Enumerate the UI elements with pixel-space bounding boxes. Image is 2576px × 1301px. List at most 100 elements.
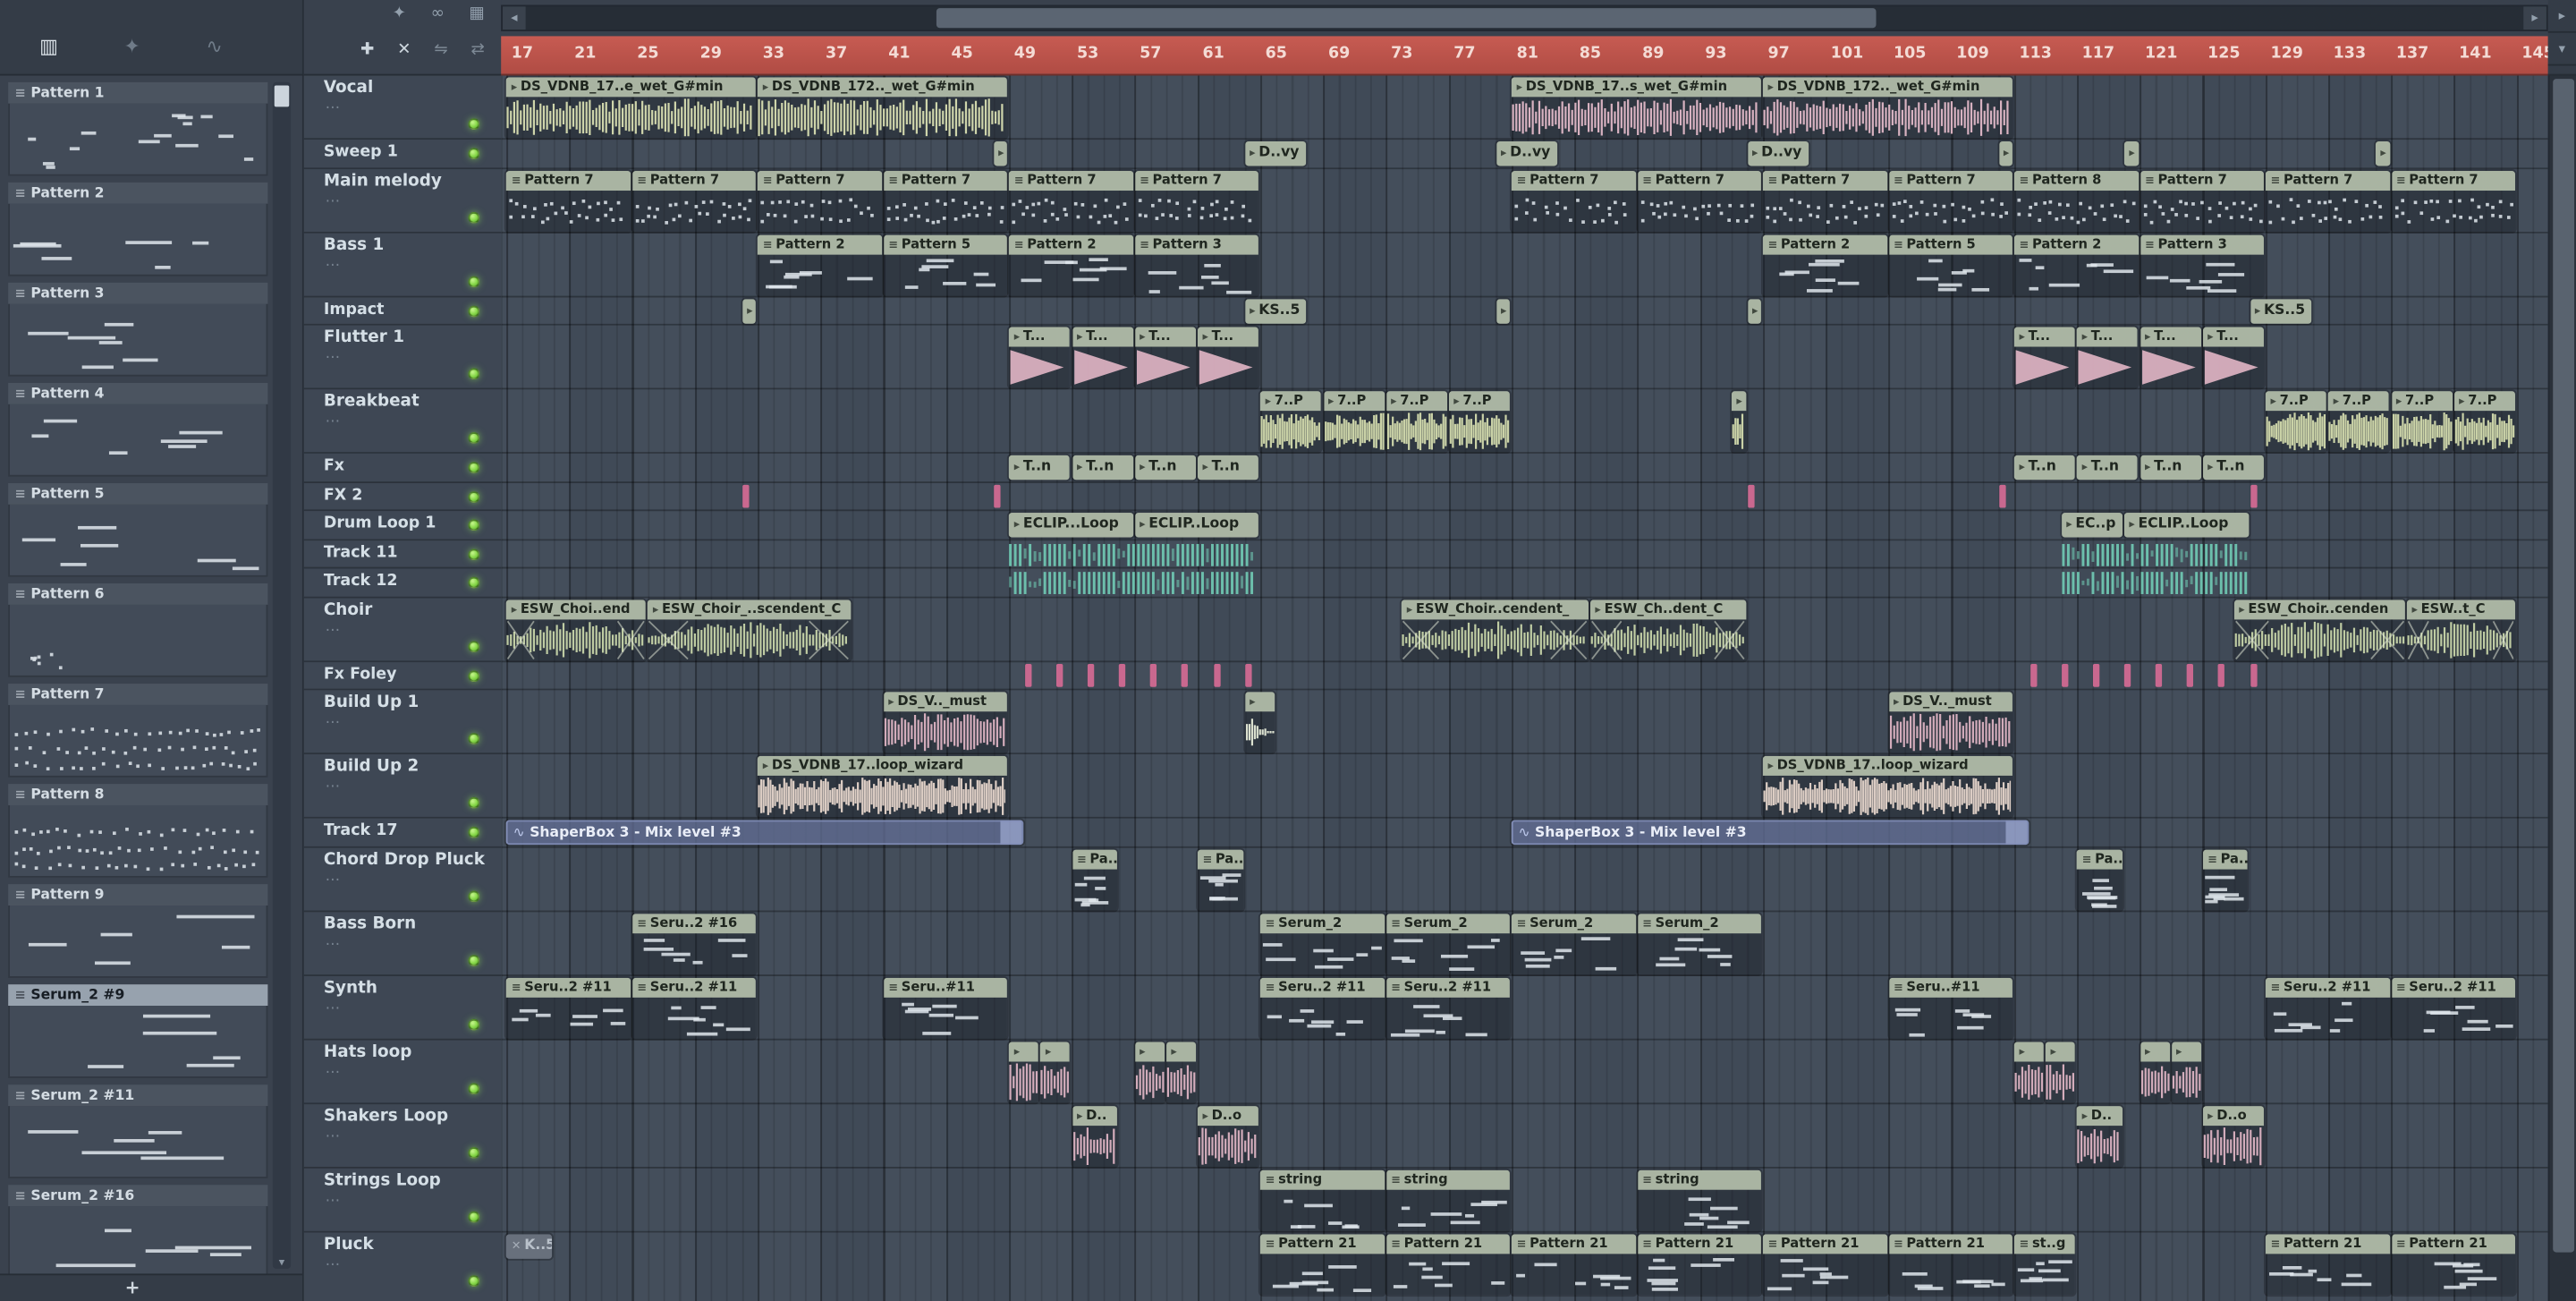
vertical-scrollbar[interactable] (2547, 75, 2576, 1301)
track-header[interactable]: Bass Born ⋯ (303, 911, 502, 976)
track-header[interactable]: Choir ⋯ (303, 597, 502, 662)
clip[interactable] (2061, 663, 2069, 687)
clip[interactable]: ▸ T..n (1072, 455, 1133, 480)
clip[interactable]: ≡ Pattern 5 (1888, 234, 2013, 295)
clip[interactable]: ▸ ECLIP...Loop (1009, 513, 1133, 538)
slip-icon[interactable]: ⇋ (434, 41, 447, 59)
clip[interactable]: ▸ (993, 140, 1008, 166)
clip[interactable]: ≡ Serum_2 (1260, 913, 1385, 974)
clip[interactable] (2218, 663, 2225, 687)
clip[interactable]: ≡ Pattern 2 (758, 234, 882, 295)
clip[interactable]: ≡ Pattern 2 (1009, 234, 1133, 295)
track-mute-led[interactable] (468, 462, 480, 473)
clip[interactable] (2250, 663, 2257, 687)
picker-tools-icon[interactable]: ✦ (123, 35, 140, 58)
clip[interactable]: ≡ Pattern 7 (1134, 170, 1259, 232)
track-header[interactable]: Bass 1 ⋯ (303, 232, 502, 297)
track-header[interactable]: Track 12 (303, 568, 502, 598)
zoom-icon[interactable]: ⇄ (470, 41, 484, 59)
playlist-grid[interactable]: ▸ DS_VDNB_17..e_wet_G#min ▸ DS_VDNB_172.._w… (501, 75, 2548, 1301)
scroll-right-icon[interactable]: ▸ (2523, 6, 2546, 30)
track-mute-led[interactable] (468, 1146, 480, 1158)
track-header[interactable]: Breakbeat ⋯ (303, 389, 502, 454)
clip[interactable] (1024, 663, 1032, 687)
clip[interactable]: ▸ T..n (1009, 455, 1071, 480)
clip[interactable] (1009, 541, 1258, 567)
pattern-item[interactable]: ≡ Serum_2 #11 (8, 1084, 268, 1181)
clip[interactable]: ≡ Pattern 3 (2140, 234, 2265, 295)
track-mute-led[interactable] (468, 275, 480, 287)
track-mute-led[interactable] (468, 1210, 480, 1222)
track-header[interactable]: Fx (303, 453, 502, 483)
clip[interactable] (1747, 483, 1754, 508)
clip[interactable]: ▸ D.. (1072, 1105, 1118, 1167)
clip[interactable] (2250, 483, 2257, 508)
clip[interactable] (2187, 663, 2194, 687)
clip[interactable]: ▸ D.. (2077, 1105, 2123, 1167)
clip[interactable]: ≡ Seru..2 #11 (2265, 976, 2390, 1038)
pattern-item[interactable]: ≡ Pattern 4 (8, 382, 268, 480)
track-header[interactable]: Sweep 1 (303, 140, 502, 169)
clip[interactable]: ▸ DS_VDNB_17..loop_wizard (758, 755, 1008, 817)
clip[interactable]: ≡ Pattern 7 (506, 170, 631, 232)
clip[interactable]: ▸ ECLIP..Loop (2123, 513, 2249, 538)
track-mute-led[interactable] (468, 669, 480, 682)
add-pattern-button[interactable]: + (125, 1277, 140, 1298)
clip[interactable] (2029, 663, 2037, 687)
clip[interactable]: ▸ DS_VDNB_17..e_wet_G#min (506, 77, 757, 139)
clip[interactable]: ▸ ECLIP..Loop (1134, 513, 1259, 538)
clip[interactable]: ▸ DS_VDNB_172.._wet_G#min (758, 77, 1008, 139)
track-header[interactable]: Vocal ⋯ (303, 75, 502, 140)
track-header[interactable]: Shakers Loop ⋯ (303, 1103, 502, 1168)
clip[interactable]: ≡ Pattern 2 (1762, 234, 1887, 295)
clip[interactable]: ▸ 7..P (1385, 391, 1447, 453)
clip[interactable]: ≡ Pattern 7 (883, 170, 1008, 232)
track-mute-led[interactable] (468, 796, 480, 809)
clip[interactable]: ≡ Pattern 21 (1888, 1233, 2013, 1295)
clip[interactable]: ▸ (1731, 391, 1746, 453)
clip[interactable]: ≡ string (1260, 1169, 1385, 1230)
clip[interactable]: ≡ Pattern 7 (631, 170, 757, 232)
clip[interactable]: ▸ 7..P (1260, 391, 1322, 453)
clip[interactable]: ≡ Pattern 21 (1637, 1233, 1762, 1295)
picker-grid-icon[interactable]: ▥ (39, 35, 58, 58)
detach-icon[interactable]: ✦ (393, 5, 406, 23)
scroll-left-icon[interactable]: ◂ (503, 6, 526, 30)
pattern-item[interactable]: ≡ Pattern 7 (8, 684, 268, 780)
track-header[interactable]: Synth ⋯ (303, 975, 502, 1040)
scroll-right-corner-icon[interactable]: ▸ (2547, 0, 2576, 33)
clip[interactable]: ▸ ESW_Choir_..scendent_C (648, 599, 851, 660)
clip[interactable]: ▸ (2375, 140, 2390, 166)
clip[interactable]: ▸ T..n (2077, 455, 2139, 480)
clip[interactable]: ▸ EC..p (2061, 513, 2123, 538)
track-mute-led[interactable] (468, 733, 480, 745)
pattern-scroll-thumb[interactable] (274, 85, 290, 107)
clip[interactable]: ▸ ESW_Choi..end (506, 599, 647, 660)
pattern-item[interactable]: ≡ Pattern 8 (8, 784, 268, 880)
add-icon[interactable]: ✚ (360, 41, 374, 59)
clip[interactable]: ≡ Pattern 7 (2140, 170, 2265, 232)
horizontal-scroll-thumb[interactable] (936, 8, 1877, 29)
clip[interactable]: ≡ Pattern 7 (758, 170, 882, 232)
track-mute-led[interactable] (468, 490, 480, 503)
track-header[interactable]: Hats loop ⋯ (303, 1039, 502, 1104)
clip[interactable] (2062, 570, 2249, 596)
clip[interactable]: ≡ Pattern 7 (1888, 170, 2013, 232)
track-header[interactable]: Strings Loop ⋯ (303, 1167, 502, 1232)
clip[interactable]: ▸ T..n (2140, 455, 2201, 480)
clip[interactable] (1088, 663, 1095, 687)
clip[interactable] (1119, 663, 1126, 687)
clip[interactable]: ≡ Seru..2 #11 (1260, 976, 1385, 1038)
track-header[interactable]: Impact (303, 296, 502, 326)
clip[interactable]: ▸K (1496, 298, 1511, 323)
track-header[interactable]: Main melody ⋯ (303, 168, 502, 233)
track-mute-led[interactable] (468, 368, 480, 380)
clip[interactable]: ✕K..5 (506, 1233, 553, 1258)
vertical-scroll-thumb[interactable] (2553, 79, 2575, 1253)
clip[interactable]: ≡ Pa.. (1197, 848, 1243, 910)
track-mute-led[interactable] (468, 519, 480, 531)
track-mute-led[interactable] (468, 576, 480, 589)
clip[interactable]: ▸ D..vy (1496, 140, 1557, 166)
clip[interactable]: ≡ Pattern 7 (2391, 170, 2515, 232)
clip[interactable]: ▸ (2046, 1041, 2076, 1102)
